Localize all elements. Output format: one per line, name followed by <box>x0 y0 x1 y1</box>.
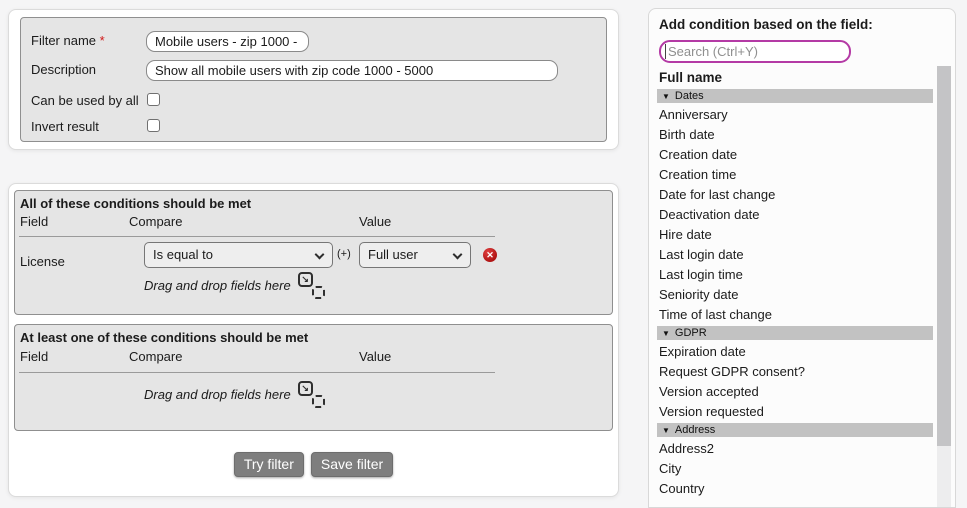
text-caret <box>665 44 666 59</box>
field-item[interactable]: Version accepted <box>649 382 955 402</box>
column-header-field: Field <box>20 349 48 364</box>
field-item[interactable]: Creation time <box>649 165 955 185</box>
section-header-gdpr[interactable]: ▼ GDPR <box>657 326 933 340</box>
conditions-all-panel: All of these conditions should be met Fi… <box>14 190 613 315</box>
conditions-any-dropzone[interactable]: Drag and drop fields here ↘ <box>144 381 325 408</box>
conditions-all-dropzone[interactable]: Drag and drop fields here ↘ <box>144 272 325 299</box>
chevron-down-icon <box>315 250 325 260</box>
required-asterisk: * <box>100 33 105 48</box>
conditions-all-title: All of these conditions should be met <box>20 196 251 211</box>
filter-definition-panel: Filter name * Description Can be used by… <box>20 17 607 142</box>
field-item[interactable]: City <box>649 459 955 479</box>
field-item[interactable]: Creation date <box>649 145 955 165</box>
scrollbar-thumb[interactable] <box>937 66 951 446</box>
field-item[interactable]: Request GDPR consent? <box>649 362 955 382</box>
value-select-value: Full user <box>368 247 418 262</box>
field-item-pinned[interactable]: Full name <box>649 67 955 88</box>
conditions-any-panel: At least one of these conditions should … <box>14 324 613 431</box>
field-item[interactable]: Seniority date <box>649 285 955 305</box>
field-item[interactable]: Country <box>649 479 955 499</box>
filter-name-label-text: Filter name <box>31 33 96 48</box>
can-be-used-by-all-checkbox[interactable] <box>147 93 160 106</box>
drag-drop-icon: ↘ <box>298 272 325 299</box>
invert-result-checkbox[interactable] <box>147 119 160 132</box>
field-item[interactable]: Version requested <box>649 402 955 422</box>
filter-name-label: Filter name * <box>31 34 105 48</box>
value-select[interactable]: Full user <box>359 242 471 268</box>
search-input[interactable] <box>659 40 851 63</box>
try-filter-button[interactable]: Try filter <box>234 452 304 477</box>
header-divider <box>19 236 495 237</box>
collapse-triangle-icon: ▼ <box>662 329 670 338</box>
can-be-used-by-all-label: Can be used by all <box>31 94 139 108</box>
section-label: GDPR <box>675 327 707 339</box>
collapse-triangle-icon: ▼ <box>662 426 670 435</box>
condition-field-name: License <box>20 249 65 275</box>
filter-definition-card: Filter name * Description Can be used by… <box>8 9 619 150</box>
compare-select[interactable]: Is equal to <box>144 242 333 268</box>
field-picker-title: Add condition based on the field: <box>659 17 873 32</box>
collapse-triangle-icon: ▼ <box>662 92 670 101</box>
invert-result-label: Invert result <box>31 120 99 134</box>
add-value-link[interactable]: (+) <box>337 248 351 260</box>
description-input[interactable] <box>146 60 558 81</box>
compare-select-value: Is equal to <box>153 247 213 262</box>
field-picker-panel: Add condition based on the field: Full n… <box>648 8 956 508</box>
field-item[interactable]: Birth date <box>649 125 955 145</box>
column-header-value: Value <box>359 214 391 229</box>
chevron-down-icon <box>453 250 463 260</box>
drop-arrow-icon: ↘ <box>298 272 313 287</box>
filter-name-input[interactable] <box>146 31 309 52</box>
conditions-any-title: At least one of these conditions should … <box>20 330 308 345</box>
field-item[interactable]: Address2 <box>649 439 955 459</box>
column-header-field: Field <box>20 214 48 229</box>
field-item[interactable]: Time of last change <box>649 305 955 325</box>
drag-drop-icon: ↘ <box>298 381 325 408</box>
field-item[interactable]: Last login time <box>649 265 955 285</box>
field-item[interactable]: Hire date <box>649 225 955 245</box>
field-item[interactable]: Date for last change <box>649 185 955 205</box>
description-label: Description <box>31 63 96 77</box>
section-label: Address <box>675 424 715 436</box>
field-list: Full name▼DatesAnniversaryBirth dateCrea… <box>649 67 955 507</box>
header-divider <box>19 372 495 373</box>
field-item[interactable]: Anniversary <box>649 105 955 125</box>
column-header-value: Value <box>359 349 391 364</box>
field-item[interactable]: Last login date <box>649 245 955 265</box>
drop-arrow-icon: ↘ <box>298 381 313 396</box>
section-header-dates[interactable]: ▼ Dates <box>657 89 933 103</box>
drop-target-dashed-icon <box>312 395 325 408</box>
field-item[interactable]: Expiration date <box>649 342 955 362</box>
column-header-compare: Compare <box>129 214 182 229</box>
conditions-card: All of these conditions should be met Fi… <box>8 183 619 497</box>
save-filter-button[interactable]: Save filter <box>311 452 393 477</box>
section-header-address[interactable]: ▼ Address <box>657 423 933 437</box>
drop-target-dashed-icon <box>312 286 325 299</box>
field-item[interactable]: Deactivation date <box>649 205 955 225</box>
delete-condition-button[interactable]: ✕ <box>483 248 497 262</box>
column-header-compare: Compare <box>129 349 182 364</box>
section-label: Dates <box>675 90 704 102</box>
scrollbar-track[interactable] <box>937 66 951 507</box>
dropzone-text: Drag and drop fields here <box>144 273 291 299</box>
dropzone-text: Drag and drop fields here <box>144 382 291 408</box>
action-button-row: Try filter Save filter <box>9 452 618 477</box>
